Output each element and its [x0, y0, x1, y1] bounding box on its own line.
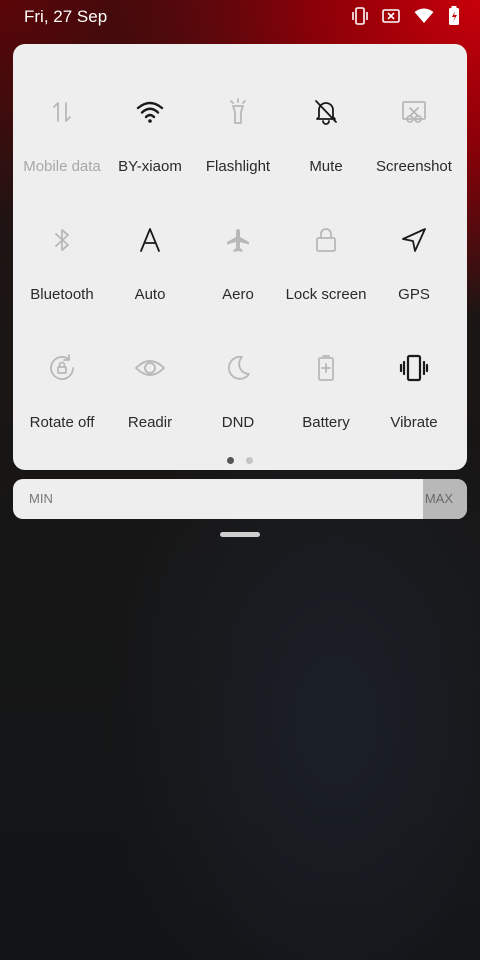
tile-dnd[interactable]: DND [194, 350, 282, 470]
vibrate-icon [352, 7, 368, 25]
tile-label: DND [221, 414, 255, 431]
wifi-icon [132, 94, 168, 130]
page-dot[interactable] [227, 457, 234, 464]
brightness-slider[interactable]: MIN MAX [13, 479, 467, 519]
gps-icon [396, 222, 432, 258]
tile-label: Lock screen [285, 286, 367, 303]
tile-label: Mobile data [23, 158, 101, 175]
moon-icon [220, 350, 256, 386]
bluetooth-icon [44, 222, 80, 258]
tile-label: GPS [398, 286, 430, 303]
tile-label: Flashlight [205, 158, 271, 175]
eye-icon [132, 350, 168, 386]
tile-label: Readir [127, 414, 173, 431]
tile-label: Vibrate [390, 414, 438, 431]
airplane-icon [220, 222, 256, 258]
tile-auto-brightness[interactable]: Auto [106, 222, 194, 342]
tile-label: Aero [222, 286, 254, 303]
wifi-icon [414, 8, 434, 24]
tile-mute[interactable]: Mute [282, 94, 370, 214]
tile-wifi[interactable]: BY-xiaom [106, 94, 194, 214]
tile-vibrate[interactable]: Vibrate [370, 350, 458, 470]
auto-brightness-icon [132, 222, 168, 258]
flashlight-icon [220, 94, 256, 130]
status-bar: Fri, 27 Sep [0, 0, 480, 34]
page-dot[interactable] [246, 457, 253, 464]
screenshot-icon [396, 94, 432, 130]
tile-label: BY-xiaom [118, 158, 182, 175]
tile-label: Screenshot [376, 158, 452, 175]
mute-bell-icon [308, 94, 344, 130]
drag-handle[interactable] [220, 532, 260, 537]
lock-icon [308, 222, 344, 258]
brightness-max-label: MAX [424, 491, 453, 506]
tile-airplane[interactable]: Aero [194, 222, 282, 342]
battery-saver-icon [308, 350, 344, 386]
clock-date: Fri, 27 Sep [24, 7, 108, 26]
mobile-data-icon [44, 94, 80, 130]
tile-label: Battery [302, 414, 350, 431]
tile-flashlight[interactable]: Flashlight [194, 94, 282, 214]
status-icons [352, 6, 460, 26]
no-sim-icon [382, 8, 400, 24]
tile-label: Mute [309, 158, 343, 175]
battery-charging-icon [448, 6, 460, 26]
tile-battery-saver[interactable]: Battery [282, 350, 370, 470]
tile-rotate[interactable]: Rotate off [18, 350, 106, 470]
tile-label: Auto [134, 286, 166, 303]
tile-gps[interactable]: GPS [370, 222, 458, 342]
vibrate-icon [396, 350, 432, 386]
brightness-min-label: MIN [29, 491, 53, 506]
tile-mobile-data[interactable]: Mobile data [18, 94, 106, 214]
quick-settings-panel: Mobile data BY-xiaom Flashlight Mute Scr… [13, 44, 467, 470]
tile-bluetooth[interactable]: Bluetooth [18, 222, 106, 342]
page-indicator [13, 457, 467, 464]
tile-reading-mode[interactable]: Readir [106, 350, 194, 470]
tile-label: Bluetooth [30, 286, 94, 303]
rotate-lock-icon [44, 350, 80, 386]
tile-lock-screen[interactable]: Lock screen [282, 222, 370, 342]
tile-label: Rotate off [29, 414, 95, 431]
tile-screenshot[interactable]: Screenshot [370, 94, 458, 214]
